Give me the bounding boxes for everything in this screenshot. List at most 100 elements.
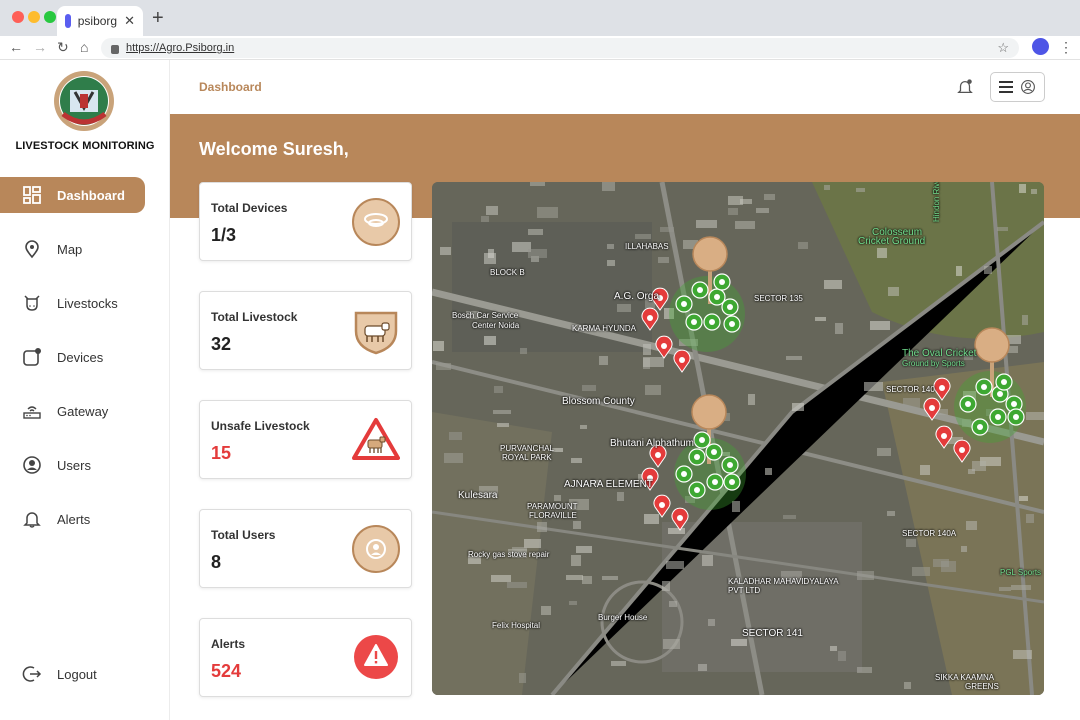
forward-icon[interactable]: → xyxy=(33,39,47,55)
reload-icon[interactable]: ↻ xyxy=(57,39,69,55)
map-building xyxy=(580,425,587,429)
sidebar-item-label: Gateway xyxy=(57,403,109,419)
map-label[interactable]: Cricket Ground xyxy=(858,237,925,247)
gateway-marker[interactable] xyxy=(691,394,727,430)
minimize-window-button[interactable] xyxy=(28,11,40,23)
notification-bell-icon[interactable] xyxy=(956,78,974,96)
map-building xyxy=(956,266,962,276)
map-building xyxy=(663,639,680,649)
map-building xyxy=(660,227,674,232)
tab-close-button[interactable]: ✕ xyxy=(124,13,135,29)
maximize-window-button[interactable] xyxy=(44,11,56,23)
map-building xyxy=(537,207,558,218)
map-building xyxy=(573,521,581,529)
map-label[interactable]: FLORAVILLE xyxy=(529,511,577,520)
map-building xyxy=(830,646,837,651)
sidebar-item-alerts[interactable]: Alerts xyxy=(0,501,145,537)
map-building xyxy=(541,606,551,615)
cow-icon xyxy=(711,449,717,455)
sidebar-item-livestocks[interactable]: Livestocks xyxy=(0,285,145,321)
gateway-marker[interactable] xyxy=(974,327,1010,363)
map-building xyxy=(1031,189,1037,194)
gateway-marker[interactable] xyxy=(692,236,728,272)
map-building xyxy=(984,266,992,274)
map-building xyxy=(635,234,651,239)
device-tag-icon xyxy=(352,198,400,246)
map-label[interactable]: Rocky gas stove repair xyxy=(468,550,549,559)
cow-icon xyxy=(997,391,1003,397)
map-label[interactable]: AJNARA ELEMENT xyxy=(564,480,653,490)
map-label[interactable]: KARMA HYUNDA xyxy=(572,324,636,333)
map-building xyxy=(617,492,624,501)
cow-icon xyxy=(727,304,733,310)
sidebar-item-devices[interactable]: Devices xyxy=(0,339,145,375)
map-building xyxy=(838,651,846,661)
map-building xyxy=(602,576,618,580)
map-label[interactable]: The Oval Cricket xyxy=(902,349,976,359)
cow-icon xyxy=(659,502,665,508)
total-devices-card[interactable]: Total Devices 1/3 xyxy=(199,182,412,261)
hamburger-icon xyxy=(998,81,1013,93)
map-building xyxy=(528,249,547,258)
sidebar-item-dashboard[interactable]: Dashboard xyxy=(0,177,145,213)
browser-tab[interactable]: psiborg ✕ xyxy=(57,6,143,36)
map-label[interactable]: PGL Sports xyxy=(1000,568,1041,577)
map-label[interactable]: A.G. Orga xyxy=(614,292,659,302)
map-building xyxy=(857,667,872,673)
card-value: 32 xyxy=(211,334,232,354)
user-menu-button[interactable] xyxy=(990,72,1045,102)
map-label[interactable]: PARAMOUNT xyxy=(527,502,578,511)
map-label[interactable]: Blossom County xyxy=(562,397,635,407)
address-bar[interactable]: https://Agro.Psiborg.in ☆ xyxy=(101,38,1019,58)
sidebar-item-map[interactable]: Map xyxy=(0,231,145,267)
map-building xyxy=(611,661,626,666)
livestock-map[interactable]: ILLAHABAS BLOCK B A.G. Orga Bosch Car Se… xyxy=(432,182,1044,695)
map-label[interactable]: PURVANCHAL xyxy=(500,444,554,453)
cow-icon xyxy=(981,384,987,390)
map-label[interactable]: Bhutani Alphathum xyxy=(610,439,694,449)
map-building xyxy=(870,321,890,330)
map-building xyxy=(643,357,664,367)
map-building xyxy=(491,575,511,582)
unsafe-livestock-card[interactable]: Unsafe Livestock 15 xyxy=(199,400,412,479)
sidebar-item-users[interactable]: Users xyxy=(0,447,145,483)
map-label[interactable]: PVT LTD xyxy=(728,586,760,595)
map-building xyxy=(887,511,895,516)
alerts-card[interactable]: Alerts 524 xyxy=(199,618,412,697)
map-label[interactable]: Center Noida xyxy=(472,321,519,330)
logout-button[interactable]: Logout xyxy=(0,656,145,692)
bookmark-star-icon[interactable]: ☆ xyxy=(997,40,1009,56)
map-building xyxy=(765,468,772,475)
map-building xyxy=(877,248,887,258)
map-label: Hindon River xyxy=(932,182,941,222)
map-building xyxy=(607,244,614,249)
map-building xyxy=(666,561,684,569)
map-label[interactable]: KALADHAR MAHAVIDYALAYA xyxy=(728,577,839,586)
map-label[interactable]: ROYAL PARK xyxy=(502,453,552,462)
map-building xyxy=(602,182,615,191)
map-building xyxy=(728,208,738,215)
back-icon[interactable]: ← xyxy=(9,39,23,55)
map-label[interactable]: Burger House xyxy=(598,613,647,622)
sidebar-item-gateway[interactable]: Gateway xyxy=(0,393,145,429)
cow-icon xyxy=(714,294,720,300)
map-label: Kulesara xyxy=(458,490,498,501)
map-label[interactable]: Ground by Sports xyxy=(902,359,965,368)
extension-icon[interactable] xyxy=(1032,38,1049,55)
map-building xyxy=(764,194,775,200)
map-building xyxy=(493,410,511,414)
total-users-card[interactable]: Total Users 8 xyxy=(199,509,412,588)
cow-icon xyxy=(694,487,700,493)
map-building xyxy=(912,567,930,576)
map-label[interactable]: Bosch Car Service xyxy=(452,311,518,320)
map-label: SECTOR 140A xyxy=(902,529,957,538)
page-title: Dashboard xyxy=(199,80,262,94)
new-tab-button[interactable]: + xyxy=(152,8,164,28)
cow-icon xyxy=(977,424,983,430)
total-livestock-card[interactable]: Total Livestock 32 xyxy=(199,291,412,370)
close-window-button[interactable] xyxy=(12,11,24,23)
map-label[interactable]: Felix Hospital xyxy=(492,621,540,630)
home-icon[interactable]: ⌂ xyxy=(80,39,88,55)
map-building xyxy=(582,576,592,584)
browser-menu-icon[interactable]: ⋮ xyxy=(1059,39,1073,56)
